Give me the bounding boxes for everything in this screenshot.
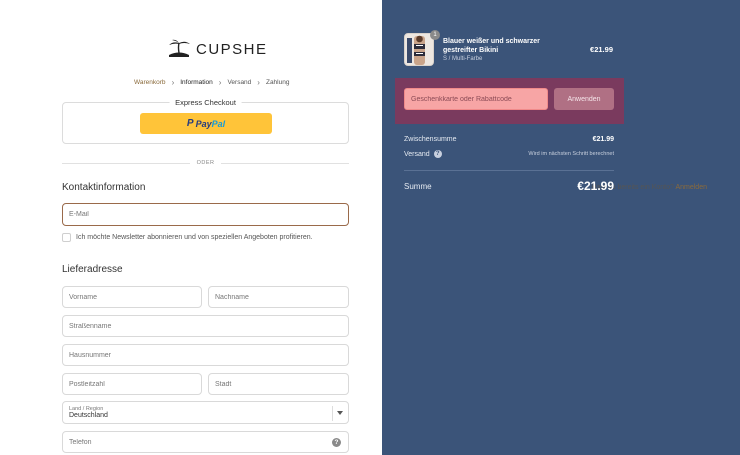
paypal-p-icon: P xyxy=(186,118,194,129)
first-name-field[interactable] xyxy=(62,286,202,308)
or-divider: ODER xyxy=(62,159,350,167)
breadcrumb-shipping: Versand xyxy=(227,79,252,86)
express-checkout-title: Express Checkout xyxy=(169,98,242,107)
shipping-row: Versand ? Wird im nächsten Schritt berec… xyxy=(404,150,614,158)
subtotal-label: Zwischensumme xyxy=(404,136,457,143)
breadcrumb: Warenkorb › Information › Versand › Zahl… xyxy=(134,78,289,87)
brand-name: CUPSHE xyxy=(196,40,268,58)
last-name-field[interactable] xyxy=(208,286,349,308)
quantity-badge: 1 xyxy=(430,30,440,40)
express-checkout-box: Express Checkout P Pay Pal xyxy=(62,98,349,144)
chevron-right-icon: › xyxy=(171,78,175,87)
brand-logo[interactable]: CUPSHE xyxy=(166,38,268,60)
paypal-label-part1: Pay xyxy=(195,118,212,129)
order-summary-panel xyxy=(382,0,740,455)
street-input[interactable] xyxy=(69,322,348,330)
total-label: Summe xyxy=(404,181,432,191)
total-value: €21.99 xyxy=(577,179,614,193)
contact-section-title: Kontaktinformation xyxy=(62,182,146,193)
discount-code-field[interactable] xyxy=(404,88,548,110)
login-link[interactable]: Anmelden xyxy=(675,184,707,191)
palm-island-icon xyxy=(169,39,190,57)
breadcrumb-cart[interactable]: Warenkorb xyxy=(134,79,166,86)
newsletter-checkbox[interactable] xyxy=(62,233,71,242)
chevron-right-icon: › xyxy=(257,78,260,87)
phone-input[interactable] xyxy=(69,438,348,446)
product-thumbnail xyxy=(404,33,434,66)
discount-code-input[interactable] xyxy=(411,95,547,103)
country-select[interactable]: Land / Region Deutschland xyxy=(62,401,349,424)
city-field[interactable] xyxy=(208,373,349,395)
email-field[interactable] xyxy=(62,203,349,226)
chevron-down-icon xyxy=(337,411,343,415)
street-field[interactable] xyxy=(62,315,349,337)
shipping-section-title: Lieferadresse xyxy=(62,264,123,275)
phone-field[interactable]: ? xyxy=(62,431,349,453)
select-divider xyxy=(332,406,333,421)
divider-line xyxy=(62,162,190,164)
question-mark-icon[interactable]: ? xyxy=(433,150,442,158)
country-select-value: Deutschland xyxy=(69,412,108,419)
email-input[interactable] xyxy=(69,211,348,218)
product-variant: S / Multi-Farbe xyxy=(443,56,483,62)
city-input[interactable] xyxy=(215,380,348,388)
subtotal-row: Zwischensumme €21.99 xyxy=(404,136,614,143)
shipping-note: Wird im nächsten Schritt berechnet xyxy=(528,151,614,157)
breadcrumb-information: Information xyxy=(180,79,213,86)
product-price: €21.99 xyxy=(590,45,613,54)
product-name: Blauer weißer und schwarzer gestreifter … xyxy=(443,38,540,54)
first-name-input[interactable] xyxy=(69,293,201,301)
bikini-model-image xyxy=(405,34,433,65)
shipping-label-wrap: Versand ? xyxy=(404,150,442,158)
paypal-label-part2: Pal xyxy=(211,118,226,129)
subtotal-value: €21.99 xyxy=(592,136,614,143)
question-mark-icon[interactable]: ? xyxy=(332,438,341,447)
total-row: Summe €21.99 xyxy=(404,179,614,193)
house-number-input[interactable] xyxy=(69,351,348,359)
breadcrumb-payment: Zahlung xyxy=(265,79,290,86)
postal-code-field[interactable] xyxy=(62,373,202,395)
divider-line xyxy=(221,162,350,164)
apply-discount-button[interactable]: Anwenden xyxy=(554,88,614,110)
summary-divider xyxy=(404,170,614,171)
postal-code-input[interactable] xyxy=(69,380,201,388)
newsletter-option[interactable]: Ich möchte Newsletter abonnieren und von… xyxy=(62,233,313,242)
or-divider-text: ODER xyxy=(196,160,215,166)
newsletter-label: Ich möchte Newsletter abonnieren und von… xyxy=(76,234,313,241)
shipping-label: Versand xyxy=(404,150,430,158)
paypal-button[interactable]: P Pay Pal xyxy=(140,113,272,134)
last-name-input[interactable] xyxy=(215,293,348,301)
house-number-field[interactable] xyxy=(62,344,349,366)
chevron-right-icon: › xyxy=(218,78,222,87)
